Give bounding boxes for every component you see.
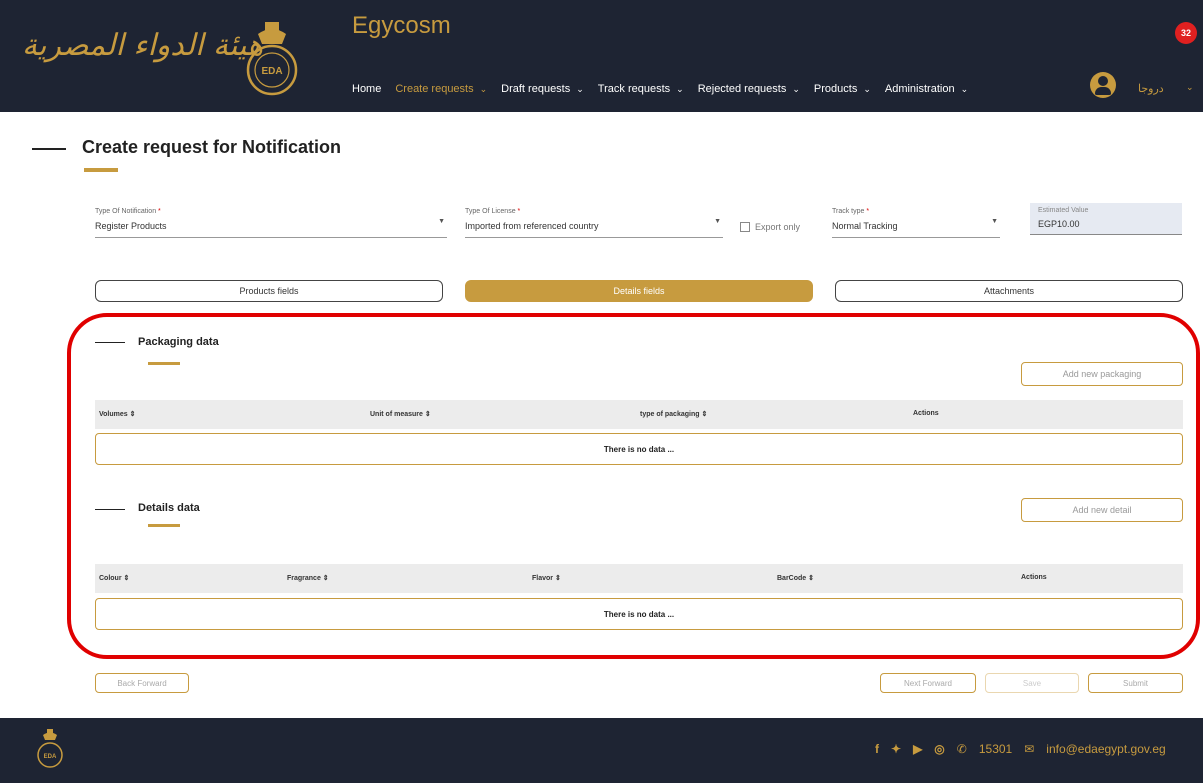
user-avatar-icon[interactable] — [1090, 72, 1116, 98]
estimated-value-field: Estimated Value EGP10.00 — [1030, 203, 1182, 235]
column-header-actions: Actions — [1021, 574, 1047, 581]
chevron-down-icon: ⌄ — [863, 83, 871, 94]
nav-administration[interactable]: Administration ⌄ — [885, 83, 968, 95]
facebook-icon[interactable]: f — [875, 742, 879, 756]
type-of-license-select[interactable]: Type Of License * Imported from referenc… — [465, 208, 723, 238]
nav-create-requests[interactable]: Create requests ⌄ — [395, 83, 487, 95]
app-title: Egycosm — [352, 12, 451, 39]
checkbox-box[interactable] — [740, 222, 750, 232]
field-value: Normal Tracking — [832, 221, 898, 231]
details-table-header: Colour ⇕ Fragrance ⇕ Flavor ⇕ BarCode ⇕ … — [95, 564, 1183, 593]
column-header-fragrance[interactable]: Fragrance ⇕ — [287, 574, 329, 582]
eda-seal-icon: EDA — [246, 22, 298, 96]
packaging-empty-row: There is no data ... — [95, 433, 1183, 465]
nav-rejected-requests[interactable]: Rejected requests ⌄ — [698, 83, 800, 95]
hotline-number[interactable]: 15301 — [979, 742, 1012, 756]
footer-contact: f ✦ ▶ ◎ ✆ 15301 ✉ info@edaegypt.gov.eg — [875, 742, 1166, 756]
nav-home[interactable]: Home — [352, 83, 381, 95]
field-value: Imported from referenced country — [465, 221, 599, 231]
details-section-title: Details data — [138, 502, 200, 514]
nav-label: Home — [352, 83, 382, 95]
next-forward-button[interactable]: Next Forward — [880, 673, 976, 693]
chevron-down-icon: ⌄ — [792, 83, 800, 94]
youtube-icon[interactable]: ▶ — [913, 742, 922, 756]
title-accent-bar — [84, 168, 118, 172]
chevron-down-icon[interactable]: ⌄ — [1186, 82, 1194, 93]
nav-label: Rejected requests — [697, 83, 787, 95]
add-new-packaging-button[interactable]: Add new packaging — [1021, 362, 1183, 386]
top-header: هيئة الدواء المصرية EDA Egycosm 32 Home … — [0, 0, 1203, 112]
twitter-icon[interactable]: ✦ — [891, 742, 901, 756]
dropdown-arrow-icon: ▼ — [438, 218, 445, 225]
user-name[interactable]: دروجا — [1138, 82, 1164, 95]
tab-attachments[interactable]: Attachments — [835, 280, 1183, 302]
column-header-type-of-packaging[interactable]: type of packaging ⇕ — [640, 410, 707, 418]
nav-label: Draft requests — [501, 83, 571, 95]
phone-icon: ✆ — [956, 742, 967, 756]
field-value: EGP10.00 — [1038, 219, 1080, 229]
column-header-actions: Actions — [913, 410, 939, 417]
nav-products[interactable]: Products ⌄ — [814, 83, 871, 95]
nav-track-requests[interactable]: Track requests ⌄ — [598, 83, 684, 95]
svg-text:EDA: EDA — [44, 754, 57, 760]
section-divider — [95, 342, 125, 343]
packaging-table-header: Volumes ⇕ Unit of measure ⇕ type of pack… — [95, 400, 1183, 429]
export-only-checkbox[interactable]: Export only — [740, 222, 800, 232]
dropdown-arrow-icon: ▼ — [714, 218, 721, 225]
chevron-down-icon: ⌄ — [960, 83, 969, 94]
nav-label: Products — [813, 83, 858, 95]
nav-label: Administration — [884, 83, 955, 95]
column-header-barcode[interactable]: BarCode ⇕ — [777, 574, 814, 582]
title-divider — [32, 148, 66, 150]
page-footer: EDA f ✦ ▶ ◎ ✆ 15301 ✉ info@edaegypt.gov.… — [0, 718, 1203, 783]
tab-products-fields[interactable]: Products fields — [95, 280, 443, 302]
packaging-section-title: Packaging data — [138, 336, 219, 348]
field-label: Type Of Notification — [95, 208, 157, 215]
notification-badge[interactable]: 32 — [1175, 22, 1197, 44]
save-button[interactable]: Save — [985, 673, 1079, 693]
column-header-unit-of-measure[interactable]: Unit of measure ⇕ — [370, 410, 431, 418]
back-forward-button[interactable]: Back Forward — [95, 673, 189, 693]
email-icon: ✉ — [1024, 742, 1035, 756]
dropdown-arrow-icon: ▼ — [991, 218, 998, 225]
column-header-volumes[interactable]: Volumes ⇕ — [99, 410, 135, 418]
checkbox-label: Export only — [755, 222, 801, 232]
column-header-flavor[interactable]: Flavor ⇕ — [532, 574, 561, 582]
nav-label: Track requests — [597, 83, 671, 95]
arabic-logo: هيئة الدواء المصرية — [22, 28, 264, 63]
field-value: Register Products — [95, 221, 167, 231]
column-header-colour[interactable]: Colour ⇕ — [99, 574, 129, 582]
page-title: Create request for Notification — [82, 137, 342, 157]
chevron-down-icon: ⌄ — [479, 83, 488, 94]
submit-button[interactable]: Submit — [1088, 673, 1183, 693]
add-new-detail-button[interactable]: Add new detail — [1021, 498, 1183, 522]
field-label: Estimated Value — [1038, 207, 1089, 214]
nav-label: Create requests — [395, 83, 474, 95]
main-nav: Home Create requests ⌄ Draft requests ⌄ Tr… — [352, 83, 968, 95]
eda-footer-seal-icon: EDA — [37, 729, 63, 768]
details-empty-row: There is no data ... — [95, 598, 1183, 630]
type-of-notification-select[interactable]: Type Of Notification * Register Products… — [95, 208, 447, 238]
instagram-icon[interactable]: ◎ — [934, 742, 944, 756]
track-type-select[interactable]: Track type * Normal Tracking ▼ — [832, 208, 1000, 238]
tab-details-fields[interactable]: Details fields — [465, 280, 813, 302]
section-accent-bar — [148, 362, 180, 365]
svg-text:EDA: EDA — [261, 66, 282, 77]
nav-draft-requests[interactable]: Draft requests ⌄ — [501, 83, 584, 95]
section-accent-bar — [148, 524, 180, 527]
field-label: Track type — [832, 208, 865, 215]
section-divider — [95, 509, 125, 510]
footer-email[interactable]: info@edaegypt.gov.eg — [1046, 742, 1165, 756]
chevron-down-icon: ⌄ — [676, 83, 684, 94]
field-label: Type Of License — [465, 208, 516, 215]
chevron-down-icon: ⌄ — [576, 83, 584, 94]
